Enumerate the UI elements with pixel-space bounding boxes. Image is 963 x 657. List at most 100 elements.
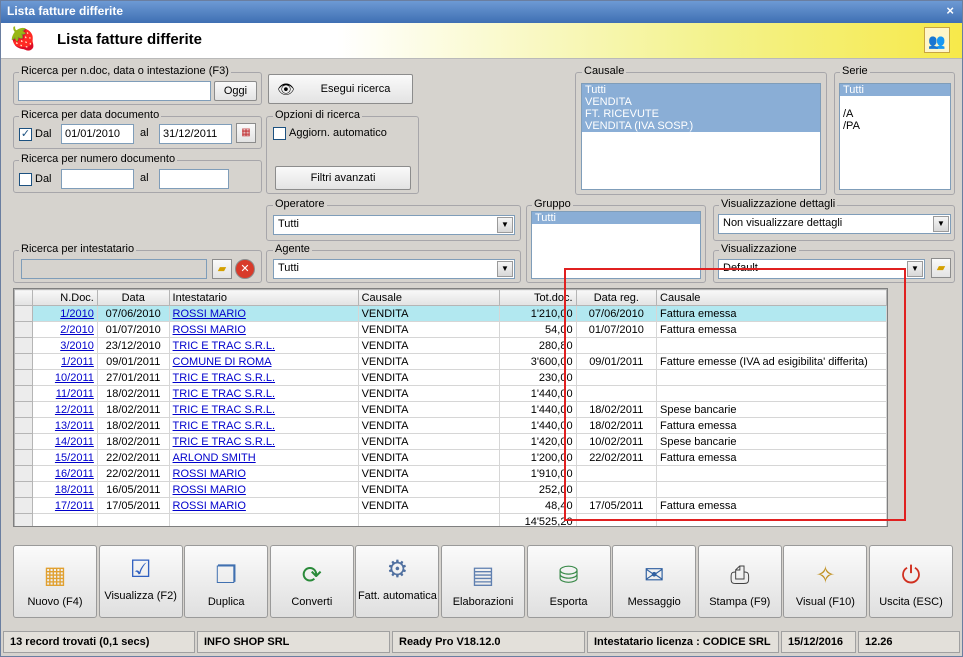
cell-link[interactable]: TRIC E TRAC S.R.L. — [173, 388, 275, 400]
operatore-select[interactable]: Tutti ▼ — [273, 215, 515, 235]
row-indicator[interactable] — [14, 369, 34, 386]
clear-icon[interactable]: ✕ — [235, 259, 255, 279]
cell-link[interactable]: TRIC E TRAC S.R.L. — [173, 340, 275, 352]
table-row[interactable]: 13/2011 18/02/2011 TRIC E TRAC S.R.L. VENDI… — [14, 417, 887, 434]
view-select[interactable]: Default ▼ — [718, 259, 925, 279]
oggi-button[interactable]: Oggi — [214, 81, 257, 101]
advanced-filters-button[interactable]: Filtri avanzati — [275, 166, 411, 190]
chevron-down-icon[interactable]: ▼ — [907, 261, 923, 277]
row-indicator[interactable] — [14, 465, 34, 482]
row-indicator[interactable] — [14, 321, 34, 338]
cell-link[interactable]: 14/2011 — [55, 436, 94, 448]
cell-link[interactable]: 1/2010 — [60, 308, 94, 320]
agente-select[interactable]: Tutti ▼ — [273, 259, 515, 279]
cell-link[interactable]: 17/2011 — [55, 500, 94, 512]
toolbar-button[interactable]: ⛁ Esporta — [526, 545, 611, 618]
cell-link[interactable]: ROSSI MARIO — [173, 484, 246, 496]
table-row[interactable]: 12/2011 18/02/2011 TRIC E TRAC S.R.L. VENDI… — [14, 401, 887, 418]
table-row[interactable]: 1/2011 09/01/2011 COMUNE DI ROMA VENDITA 3'6… — [14, 353, 887, 370]
folder-icon[interactable]: ▰ — [212, 259, 232, 279]
toolbar-button[interactable]: ⚙ Fatt. automatica — [355, 545, 440, 618]
table-row[interactable]: 3/2010 23/12/2010 TRIC E TRAC S.R.L. VENDIT… — [14, 337, 887, 354]
list-item[interactable]: VENDITA — [582, 96, 820, 108]
table-row[interactable]: 14/2011 18/02/2011 TRIC E TRAC S.R.L. VENDI… — [14, 433, 887, 450]
list-item[interactable]: VENDITA (IVA SOSP.) — [582, 120, 820, 132]
cell-link[interactable]: ROSSI MARIO — [173, 500, 246, 512]
number-from-input[interactable] — [61, 169, 134, 189]
toolbar-button[interactable]: ⏻ Uscita (ESC) — [869, 545, 953, 618]
chevron-down-icon[interactable]: ▼ — [497, 217, 513, 233]
date-to-input[interactable] — [159, 124, 232, 144]
table-row[interactable]: 10/2011 27/01/2011 TRIC E TRAC S.R.L. VENDI… — [14, 369, 887, 386]
cell-link[interactable]: ARLOND SMITH — [173, 452, 256, 464]
cell-link[interactable]: 12/2011 — [55, 404, 94, 416]
row-indicator[interactable] — [14, 385, 34, 402]
execute-search-button[interactable]: 👁 Esegui ricerca — [268, 74, 413, 104]
table-row[interactable]: 16/2011 22/02/2011 ROSSI MARIO VENDITA 1'910… — [14, 465, 887, 482]
table-row[interactable]: 11/2011 18/02/2011 TRIC E TRAC S.R.L. VENDI… — [14, 385, 887, 402]
column-header[interactable]: Causale — [656, 289, 887, 306]
number-to-input[interactable] — [159, 169, 229, 189]
cell-link[interactable]: COMUNE DI ROMA — [173, 356, 272, 368]
toolbar-button[interactable]: ✧ Visual (F10) — [783, 545, 868, 618]
cell-link[interactable]: 15/2011 — [55, 452, 94, 464]
users-icon[interactable]: 👥 — [924, 27, 950, 53]
table-row[interactable]: 18/2011 16/05/2011 ROSSI MARIO VENDITA 252,0… — [14, 481, 887, 498]
auto-update-checkbox[interactable] — [273, 127, 286, 140]
cell-link[interactable]: 16/2011 — [55, 468, 94, 480]
list-item[interactable]: Tutti — [582, 84, 820, 96]
toolbar-button[interactable]: ☑ Visualizza (F2) — [98, 545, 183, 618]
row-indicator[interactable] — [14, 497, 34, 514]
row-indicator[interactable] — [14, 305, 34, 322]
cell-link[interactable]: 3/2010 — [60, 340, 94, 352]
list-item[interactable]: FT. RICEVUTE — [582, 108, 820, 120]
list-item[interactable]: /A — [840, 108, 950, 120]
column-header[interactable]: Data — [96, 289, 170, 306]
list-item[interactable]: Tutti — [532, 212, 700, 224]
row-indicator[interactable] — [14, 481, 34, 498]
causale-listbox[interactable]: Tutti VENDITA FT. RICEVUTE VENDITA (IVA … — [581, 83, 821, 190]
cell-link[interactable]: TRIC E TRAC S.R.L. — [173, 404, 275, 416]
gruppo-listbox[interactable]: Tutti — [531, 211, 701, 279]
row-indicator[interactable] — [14, 449, 34, 466]
toolbar-button[interactable]: ✉ Messaggio — [612, 545, 697, 618]
date-from-input[interactable] — [61, 124, 134, 144]
row-indicator[interactable] — [14, 337, 34, 354]
table-row[interactable]: 2/2010 01/07/2010 ROSSI MARIO VENDITA 54,00 0… — [14, 321, 887, 338]
table-row[interactable]: 17/2011 17/05/2011 ROSSI MARIO VENDITA 48,40… — [14, 497, 887, 514]
cell-link[interactable]: 11/2011 — [56, 388, 94, 400]
list-item[interactable] — [840, 96, 950, 108]
table-row[interactable]: 15/2011 22/02/2011 ARLOND SMITH VENDITA 1'20… — [14, 449, 887, 466]
calendar-icon[interactable]: ▦ — [236, 123, 256, 143]
column-header[interactable]: Data reg. — [575, 289, 658, 306]
cell-link[interactable]: ROSSI MARIO — [173, 324, 246, 336]
cell-link[interactable]: 10/2011 — [55, 372, 94, 384]
chevron-down-icon[interactable]: ▼ — [933, 216, 949, 232]
cell-link[interactable]: 2/2010 — [60, 324, 94, 336]
column-header[interactable]: Causale — [357, 289, 500, 306]
serie-listbox[interactable]: Tutti /A /PA — [839, 83, 951, 190]
cell-link[interactable]: TRIC E TRAC S.R.L. — [173, 420, 275, 432]
column-header[interactable]: N.Doc. — [32, 289, 98, 306]
folder-icon[interactable]: ▰ — [931, 258, 951, 278]
search-input[interactable] — [18, 81, 211, 101]
row-indicator[interactable] — [14, 353, 34, 370]
row-indicator[interactable] — [14, 417, 34, 434]
toolbar-button[interactable]: ⟳ Converti — [269, 545, 354, 618]
toolbar-button[interactable]: ▤ Elaborazioni — [441, 545, 525, 618]
close-icon[interactable]: × — [946, 3, 954, 18]
cell-link[interactable]: 18/2011 — [55, 484, 94, 496]
row-indicator[interactable] — [14, 433, 34, 450]
cell-link[interactable]: ROSSI MARIO — [173, 308, 246, 320]
table-row[interactable]: 1/2010 07/06/2010 ROSSI MARIO VENDITA 1'210,… — [14, 305, 887, 322]
row-indicator[interactable] — [14, 401, 34, 418]
cell-link[interactable]: TRIC E TRAC S.R.L. — [173, 372, 275, 384]
toolbar-button[interactable]: ❐ Duplica — [184, 545, 269, 618]
chevron-down-icon[interactable]: ▼ — [497, 261, 513, 277]
list-item[interactable]: /PA — [840, 120, 950, 132]
number-checkbox[interactable] — [19, 173, 32, 186]
list-item[interactable]: Tutti — [840, 84, 950, 96]
cell-link[interactable]: ROSSI MARIO — [173, 468, 246, 480]
date-checkbox[interactable]: ✓ — [19, 128, 32, 141]
holder-input[interactable] — [21, 259, 207, 279]
